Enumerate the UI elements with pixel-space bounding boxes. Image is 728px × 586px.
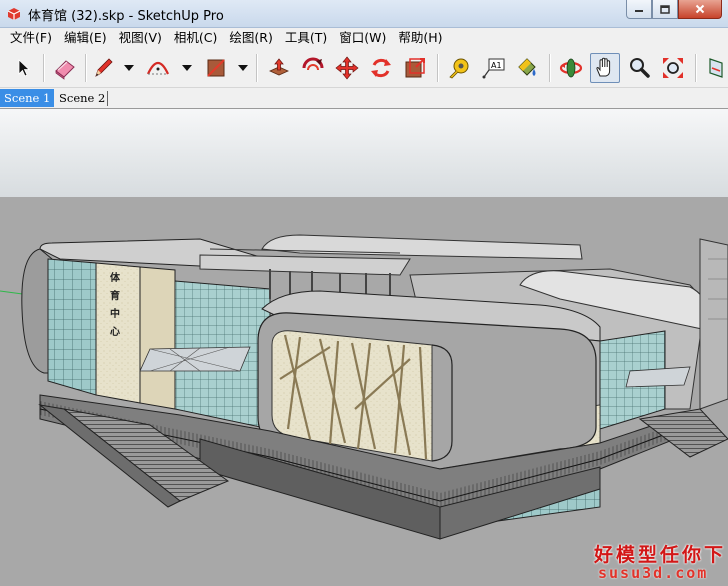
toolbar-separator <box>256 54 258 82</box>
scale-tool-button[interactable] <box>400 53 430 83</box>
arc-tool-button[interactable] <box>143 53 173 83</box>
close-icon <box>695 4 705 14</box>
menu-view[interactable]: 视图(V) <box>113 28 168 48</box>
push-pull-icon <box>269 58 289 76</box>
watermark: 好模型任你下 susu3d.com <box>590 540 728 586</box>
tab-scene-2[interactable]: Scene 2 <box>55 89 109 107</box>
menu-window[interactable]: 窗口(W) <box>333 28 392 48</box>
signage-char-1: 体 <box>110 271 121 284</box>
rectangle-tool-dropdown[interactable] <box>236 53 250 83</box>
window-controls <box>626 0 722 20</box>
orbit-tool-button[interactable] <box>556 53 586 83</box>
sports-center-model: 体 育 中 心 <box>0 109 728 586</box>
scale-icon <box>405 58 425 78</box>
watermark-url: susu3d.com <box>598 564 709 582</box>
menu-tools[interactable]: 工具(T) <box>279 28 333 48</box>
tape-measure-icon <box>449 58 469 79</box>
close-button[interactable] <box>678 0 722 19</box>
move-tool-button[interactable] <box>332 53 362 83</box>
move-icon <box>335 56 359 80</box>
offset-icon <box>302 57 324 71</box>
model-viewport[interactable]: 体 育 中 心 <box>0 108 728 586</box>
sky <box>0 109 728 197</box>
offset-tool-button[interactable] <box>298 53 328 83</box>
tab-scene-1[interactable]: Scene 1 <box>0 89 55 107</box>
signage-char-2: 育 <box>110 289 120 302</box>
chevron-down-icon <box>124 65 134 71</box>
toolbar-separator <box>85 54 87 82</box>
eraser-icon <box>55 60 75 80</box>
maximize-button[interactable] <box>652 0 678 19</box>
section-plane-tool-button[interactable] <box>701 53 728 83</box>
menu-bar: 文件(F) 编辑(E) 视图(V) 相机(C) 绘图(R) 工具(T) 窗口(W… <box>0 28 728 48</box>
text-tool-button[interactable]: A1 <box>478 53 508 83</box>
watermark-chinese: 好模型任你下 <box>594 544 727 566</box>
paint-bucket-icon <box>518 58 536 76</box>
signage-char-4: 心 <box>110 326 120 338</box>
signage-char-3: 中 <box>110 307 120 320</box>
toolbar-separator <box>695 54 697 82</box>
chevron-down-icon <box>182 65 192 71</box>
toolbar-separator <box>549 54 551 82</box>
orbit-icon <box>559 58 583 78</box>
minimize-button[interactable] <box>626 0 652 19</box>
svg-text:A1: A1 <box>491 61 502 70</box>
sketchup-logo-icon <box>7 8 21 20</box>
rotate-tool-button[interactable] <box>366 53 396 83</box>
menu-help[interactable]: 帮助(H) <box>392 28 448 48</box>
title-bar: 体育馆 (32).skp - SketchUp Pro <box>0 0 728 28</box>
paint-bucket-tool-button[interactable] <box>512 53 542 83</box>
section-plane-icon <box>709 58 723 78</box>
rectangle-tool-button[interactable] <box>201 53 231 83</box>
pan-hand-icon <box>596 57 611 77</box>
select-tool-button[interactable] <box>8 53 38 83</box>
chevron-down-icon <box>238 65 248 71</box>
text-label-icon: A1 <box>482 58 505 79</box>
zoom-extents-icon <box>663 58 683 78</box>
rectangle-icon <box>207 59 225 77</box>
zoom-extents-tool-button[interactable] <box>658 53 688 83</box>
zoom-tool-button[interactable] <box>624 53 654 83</box>
tab-separator <box>107 91 108 106</box>
tape-measure-tool-button[interactable] <box>444 53 474 83</box>
menu-edit[interactable]: 编辑(E) <box>58 28 113 48</box>
minimize-icon <box>635 10 643 12</box>
scene-tabs: Scene 1 Scene 2 <box>0 88 728 108</box>
select-arrow-icon <box>18 59 31 77</box>
maximize-icon <box>660 4 670 14</box>
arc-icon <box>146 61 170 75</box>
eraser-tool-button[interactable] <box>50 53 80 83</box>
toolbar-separator <box>437 54 439 82</box>
main-toolbar: A1 <box>0 48 728 88</box>
arc-tool-dropdown[interactable] <box>180 53 194 83</box>
zoom-icon <box>630 58 650 78</box>
pencil-line-icon <box>95 58 113 77</box>
menu-file[interactable]: 文件(F) <box>4 28 58 48</box>
menu-draw[interactable]: 绘图(R) <box>223 28 278 48</box>
toolbar-separator <box>43 54 45 82</box>
line-tool-button[interactable] <box>88 53 118 83</box>
window-title: 体育馆 (32).skp - SketchUp Pro <box>28 9 224 24</box>
pan-tool-button[interactable] <box>590 53 620 83</box>
rotate-icon <box>371 58 391 78</box>
line-tool-dropdown[interactable] <box>122 53 136 83</box>
menu-camera[interactable]: 相机(C) <box>168 28 223 48</box>
push-pull-tool-button[interactable] <box>264 53 294 83</box>
